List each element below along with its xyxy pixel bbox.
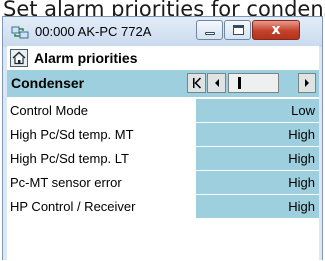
row-value[interactable]: High [196,123,319,146]
row-value[interactable]: High [196,195,319,218]
previous-page-icon [208,74,225,92]
window-title: 00:000 AK-PC 772A [35,24,152,39]
screen-header: Alarm priorities [7,46,319,70]
row-label: Control Mode [10,99,194,122]
row-label: HP Control / Receiver [10,195,194,218]
maximize-icon [233,25,244,35]
app-window: 00:000 AK-PC 772A x Alarm priorities Con… [2,16,323,261]
row-label: High Pc/Sd temp. MT [10,123,194,146]
next-page-icon [299,74,315,92]
previous-page-button[interactable] [207,73,226,93]
row-value[interactable]: High [196,147,319,170]
screen-title: Alarm priorities [34,50,138,66]
window-titlebar[interactable]: 00:000 AK-PC 772A x [3,17,322,47]
row-value[interactable]: Low [196,99,319,122]
settings-row[interactable]: Control Mode Low [7,99,319,123]
app-network-icon [11,24,29,40]
next-page-button[interactable] [298,73,316,93]
settings-row[interactable]: High Pc/Sd temp. LT High [7,147,319,171]
close-icon: x [271,22,281,38]
close-button[interactable]: x [252,20,300,40]
nav-title: Condenser [11,75,85,91]
settings-row[interactable]: High Pc/Sd temp. MT High [7,123,319,147]
first-page-icon [188,74,205,92]
maximize-button[interactable] [224,20,251,40]
settings-row[interactable]: HP Control / Receiver High [7,195,319,219]
minimize-button[interactable] [196,20,223,40]
first-page-button[interactable] [187,73,206,93]
page-indicator-icon [229,74,278,92]
window-content: Alarm priorities Condenser Control Mode … [7,46,319,261]
row-label: Pc-MT sensor error [10,171,194,194]
settings-list: Control Mode Low High Pc/Sd temp. MT Hig… [7,99,319,219]
page-indicator[interactable] [228,73,279,93]
home-icon[interactable] [10,49,28,67]
settings-row[interactable]: Pc-MT sensor error High [7,171,319,195]
row-label: High Pc/Sd temp. LT [10,147,194,170]
row-value[interactable]: High [196,171,319,194]
page-nav-bar: Condenser [7,70,319,97]
minimize-icon [205,32,215,35]
